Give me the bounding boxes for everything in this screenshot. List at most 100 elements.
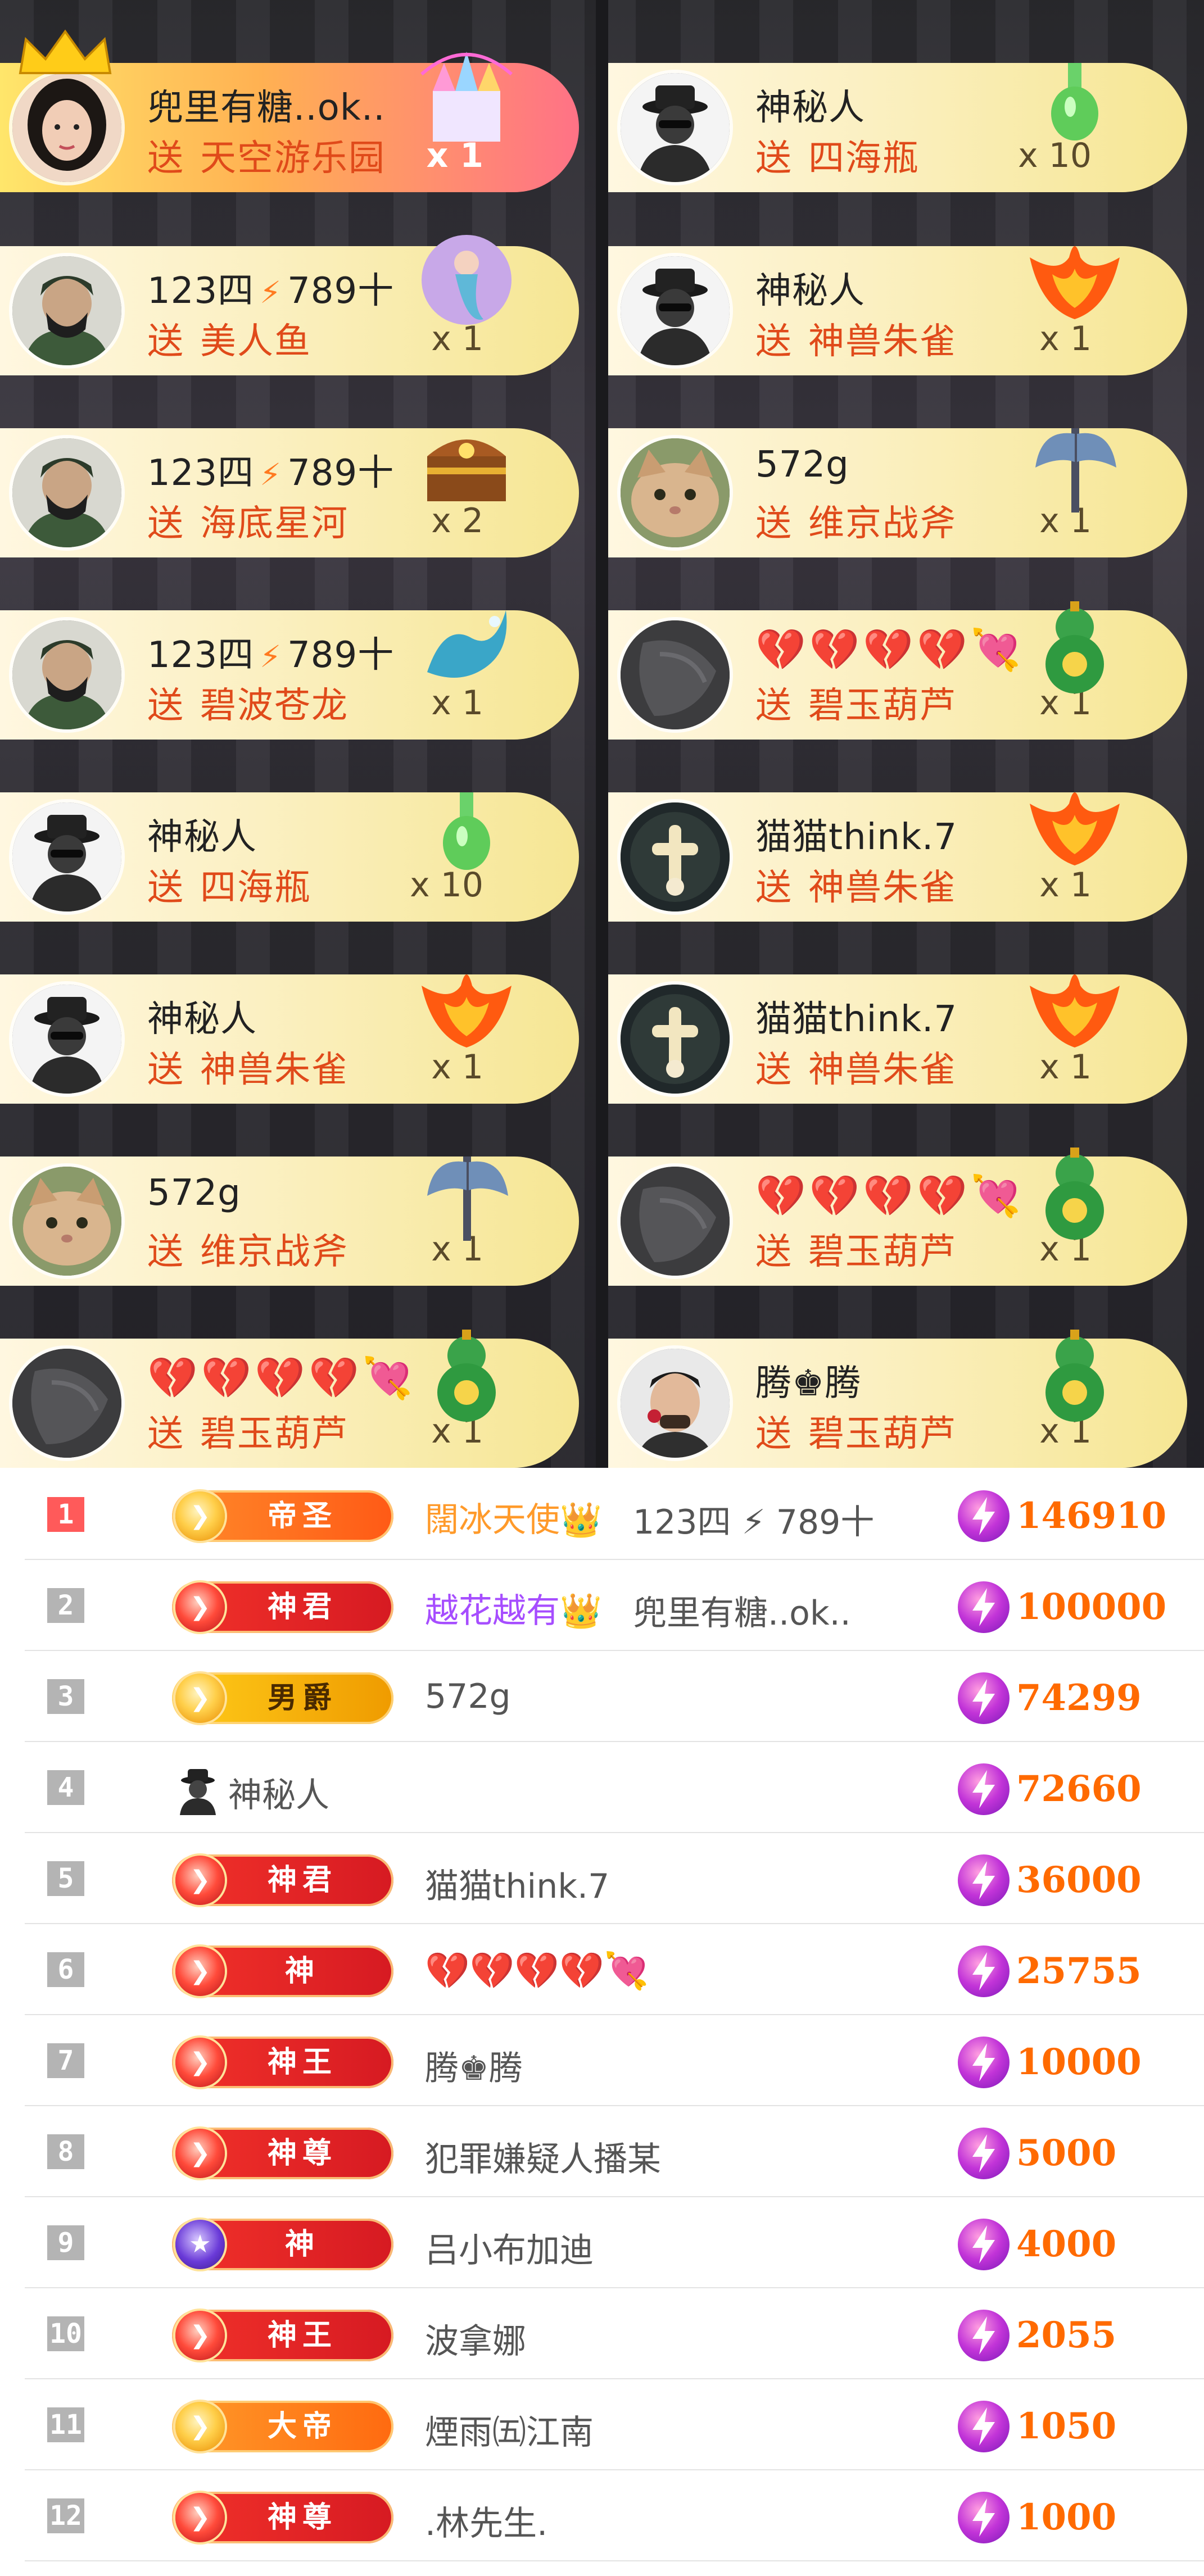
user-name[interactable]: 572g (425, 1677, 511, 1716)
sender-name[interactable]: 123四 ⚡ 789十 (147, 262, 394, 314)
rank-number: 10 (47, 2316, 84, 2351)
gift-name: 碧玉葫芦 (808, 1413, 957, 1455)
score-value: 1050 (1016, 2405, 1117, 2447)
lightning-coin-icon (958, 1763, 1010, 1815)
fan-medal: 越花越有👑 (425, 1591, 602, 1631)
user-name[interactable]: 猫猫think.7 (425, 1859, 609, 1908)
user-name[interactable]: 犯罪嫌疑人播某 (425, 2132, 661, 2181)
ranking-row[interactable]: 9 ★ 神吕小布加迪 4000 (25, 2196, 1204, 2288)
user-name[interactable]: 腾♚腾 (425, 2041, 523, 2090)
badge-label: 神王 (267, 2046, 337, 2079)
user-name[interactable]: 兜里有糖..ok.. (633, 1586, 851, 1635)
cross-avatar[interactable] (621, 802, 730, 911)
warrior-avatar[interactable] (12, 438, 121, 547)
ranking-row[interactable]: 10 ❯ 神王 波拿娜 2055 (25, 2287, 1204, 2379)
gift-message-row: 123四 ⚡ 789十送碧波苍龙 x 1 (0, 610, 579, 740)
sender-name[interactable]: 猫猫think.7 (755, 808, 957, 860)
lightning-coin-icon (958, 2492, 1010, 2543)
level-badge: ❯ 神尊 (172, 2128, 393, 2179)
rank-number: 9 (47, 2225, 84, 2260)
badge-label: 神 (284, 1954, 320, 1988)
badge-label: 神君 (267, 1863, 337, 1897)
woman-avatar[interactable] (12, 73, 121, 182)
ranking-row[interactable]: 12 ❯ 神尊 .林先生. 1000 (25, 2469, 1204, 2561)
ranking-row[interactable]: 7 ❯ 神王 腾♚腾 10000 (25, 2014, 1204, 2106)
sender-name[interactable]: 兜里有糖..ok.. (147, 79, 386, 130)
sender-name[interactable]: 神秘人 (755, 79, 865, 130)
badge-mark: ❯ (189, 1593, 211, 1621)
warrior-avatar[interactable] (12, 256, 121, 365)
ranking-row[interactable]: 11 ❯ 大帝 煙雨㈤江南 1050 (25, 2378, 1204, 2470)
gourd-gift-icon (1019, 1134, 1131, 1246)
gift-message-row: 神秘人送神兽朱雀 x 1 (608, 246, 1187, 375)
ranking-row[interactable]: 8 ❯ 神尊 犯罪嫌疑人播某 5000 (25, 2105, 1204, 2197)
sender-name[interactable]: 💔💔💔💔💘 (147, 1354, 416, 1402)
cross-avatar-image (621, 802, 730, 911)
sender-name[interactable]: 神秘人 (755, 262, 865, 314)
lightning-coin-icon (958, 2128, 1010, 2179)
send-verb: 送 (147, 138, 184, 179)
mystery-avatar[interactable] (12, 802, 121, 911)
sender-name-text: 572g (755, 444, 849, 486)
user-name[interactable]: 煙雨㈤江南 (425, 2405, 594, 2454)
sender-name[interactable]: 神秘人 (147, 808, 257, 860)
dark-avatar[interactable] (12, 1349, 121, 1458)
sender-name[interactable]: 123四 ⚡ 789十 (147, 444, 394, 496)
mystery-avatar[interactable] (621, 256, 730, 365)
cross-avatar[interactable] (621, 985, 730, 1094)
sender-name[interactable]: 123四 ⚡ 789十 (147, 626, 394, 678)
mystery-avatar-image (12, 802, 121, 911)
sender-name[interactable]: 猫猫think.7 (755, 990, 957, 1042)
badge-mark: ❯ (189, 1684, 211, 1712)
phoenix-gift-icon (1019, 952, 1131, 1064)
ranking-row[interactable]: 4 神秘人 72660 (25, 1741, 1204, 1833)
lightning-coin-icon (958, 1945, 1010, 1997)
lightning-coin-icon (958, 2037, 1010, 2088)
user-name[interactable]: 💔💔💔💔💘 (425, 1950, 649, 1992)
sender-name-text: 572g (147, 1172, 241, 1214)
user-name[interactable]: 吕小布加迪 (425, 2223, 594, 2272)
badge-mark: ❯ (189, 2139, 211, 2167)
badge-label: 神王 (267, 2319, 337, 2352)
sender-name[interactable]: 腾♚腾 (755, 1354, 861, 1406)
ranking-row[interactable]: 1 ❯ 帝圣 闊冰天使👑 123四 ⚡ 789十 146910 (25, 1468, 1204, 1560)
rank-number: 3 (47, 1679, 84, 1714)
user-name[interactable]: 123四 ⚡ 789十 (633, 1495, 874, 1544)
sender-name[interactable]: 572g (147, 1172, 241, 1214)
user-name[interactable]: .林先生. (425, 2496, 547, 2545)
cat-avatar[interactable] (12, 1167, 121, 1276)
dark-avatar[interactable] (621, 620, 730, 729)
cat-avatar[interactable] (621, 438, 730, 547)
score-value: 5000 (1016, 2132, 1117, 2174)
cat-avatar-image (621, 438, 730, 547)
level-badge: ❯ 神王 (172, 2310, 393, 2361)
badge-emblem-icon: ❯ (175, 1582, 225, 1632)
treasure-chest-gift-icon (410, 406, 523, 518)
user-name[interactable]: 波拿娜 (425, 2314, 526, 2363)
gift-name: 神兽朱雀 (808, 1049, 957, 1091)
warrior-avatar[interactable] (12, 620, 121, 729)
gift-description: 送碧玉葫芦 (755, 1223, 957, 1275)
send-verb: 送 (755, 138, 793, 179)
rank-number: 4 (47, 1770, 84, 1805)
ranking-row[interactable]: 6 ❯ 神 💔💔💔💔💘 25755 (25, 1923, 1204, 2015)
ranking-row[interactable]: 2 ❯ 神君 越花越有👑 兜里有糖..ok.. 100000 (25, 1559, 1204, 1651)
user-name[interactable]: 神秘人 (228, 1768, 329, 1817)
mystery-avatar[interactable] (12, 985, 121, 1094)
mystery-avatar[interactable] (621, 73, 730, 182)
level-badge: ❯ 神 (172, 1945, 393, 1997)
dark-avatar[interactable] (621, 1167, 730, 1276)
gift-description: 送碧波苍龙 (147, 677, 348, 728)
gourd-gift-icon (1019, 1316, 1131, 1428)
ranking-row[interactable]: 5 ❯ 神君 猫猫think.7 36000 (25, 1832, 1204, 1924)
sender-name[interactable]: 572g (755, 444, 849, 486)
ranking-row[interactable]: 3 ❯ 男爵 572g 74299 (25, 1650, 1204, 1742)
sender-name[interactable]: 💔💔💔💔💘 (755, 1172, 1024, 1220)
score-value: 146910 (1016, 1495, 1167, 1537)
man-rose-avatar[interactable] (621, 1349, 730, 1458)
sender-name[interactable]: 💔💔💔💔💘 (755, 626, 1024, 674)
score-value: 36000 (1016, 1859, 1142, 1901)
sender-name[interactable]: 神秘人 (147, 990, 257, 1042)
dark-avatar-image (621, 1167, 730, 1276)
send-verb: 送 (755, 1231, 793, 1273)
